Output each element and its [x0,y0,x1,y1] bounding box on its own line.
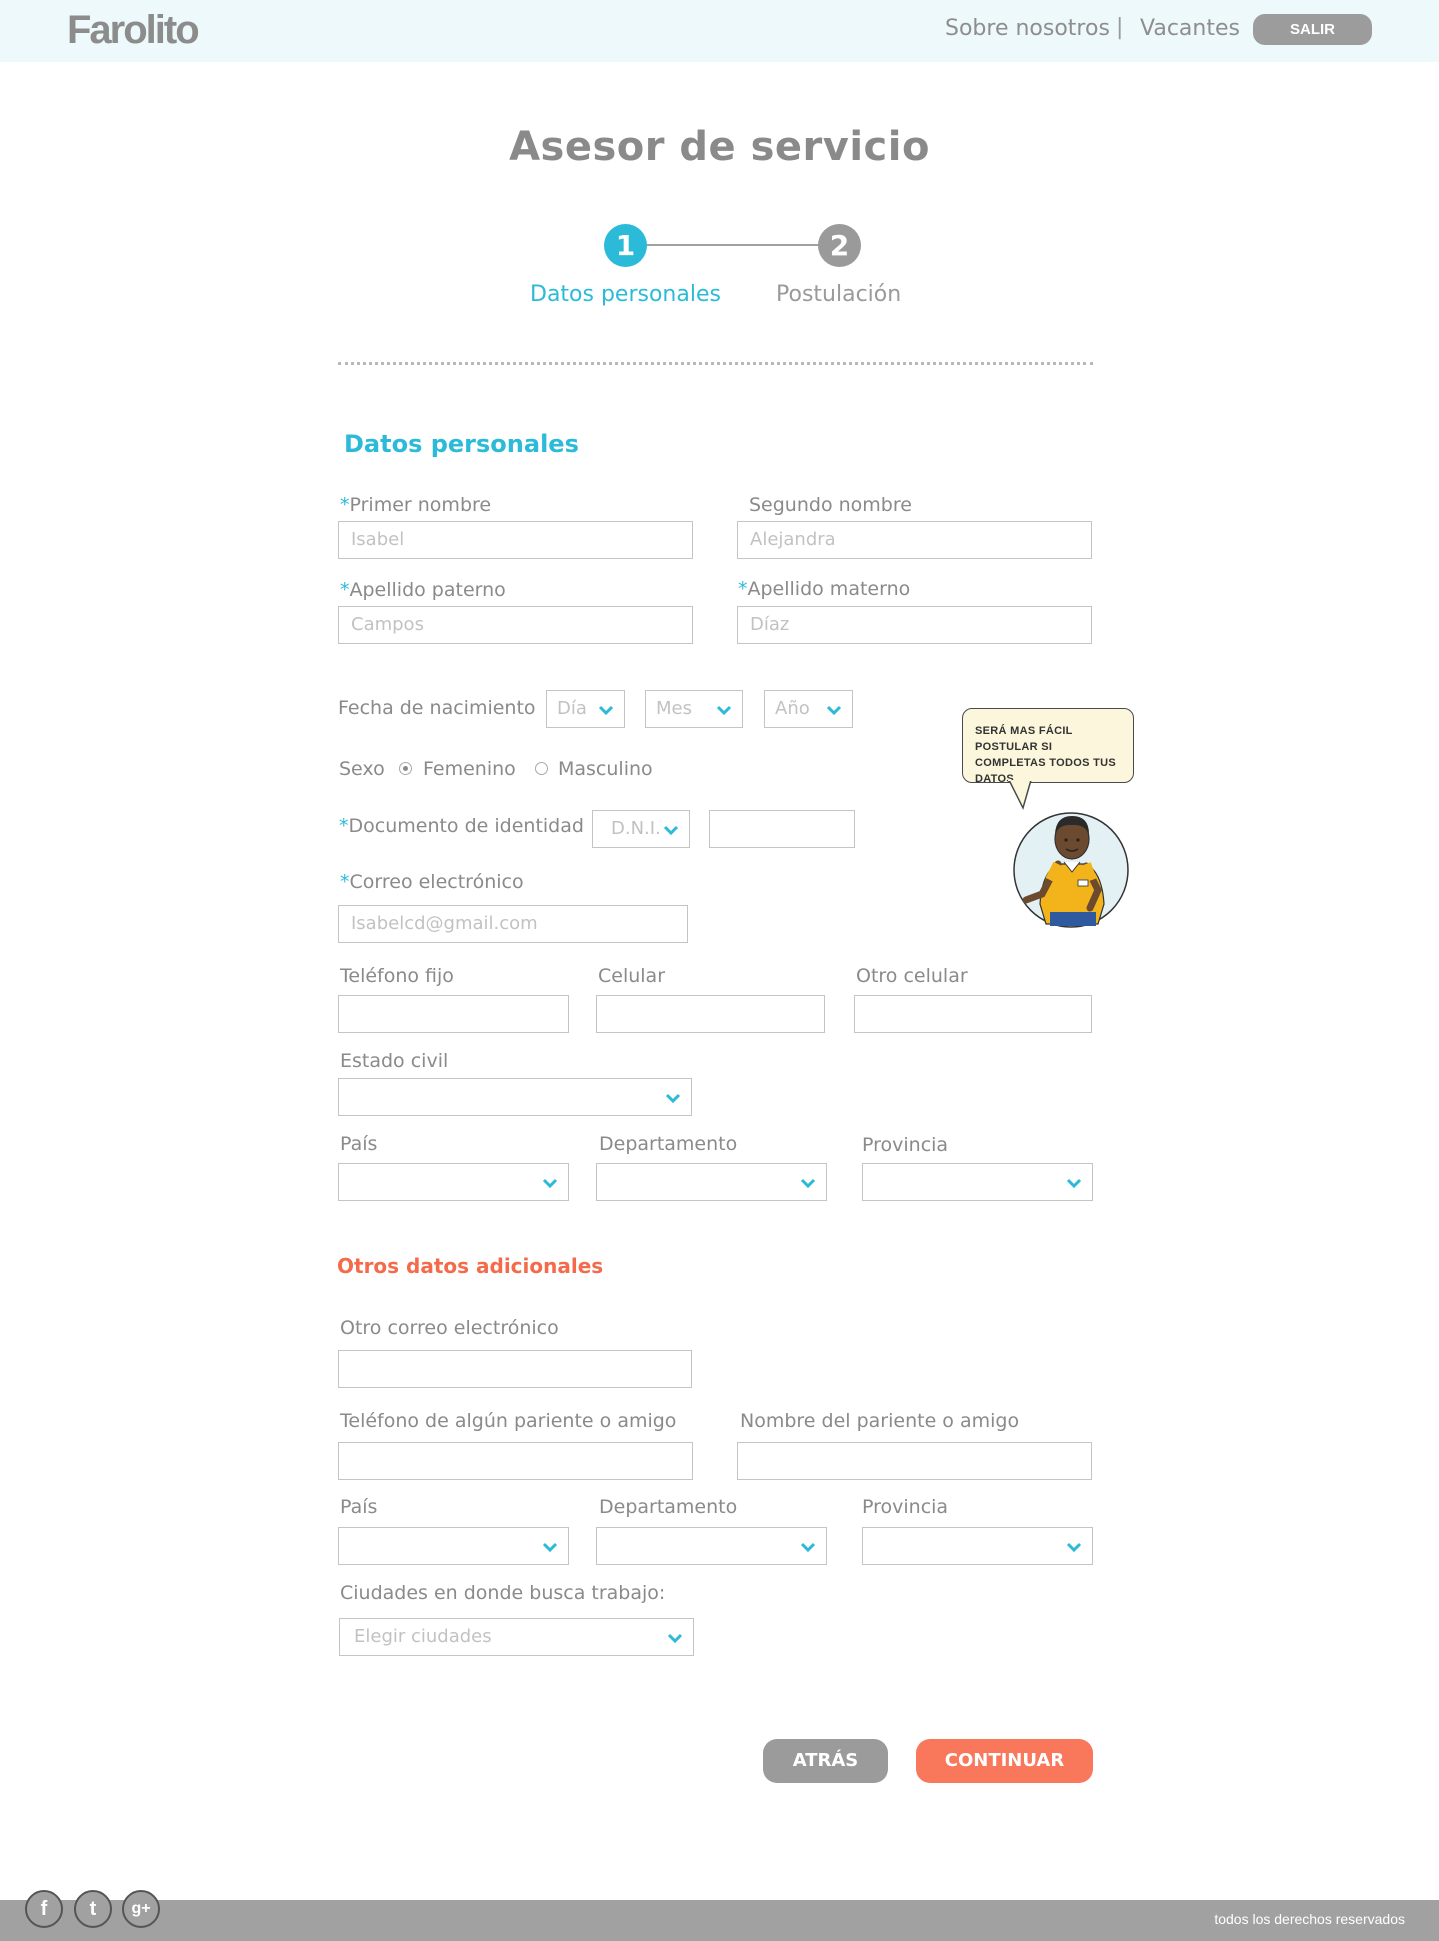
personal-data-title: Datos personales [344,430,579,458]
second-name-label: Segundo nombre [749,494,912,516]
nav-about[interactable]: Sobre nosotros [945,16,1110,41]
maternal-surname-label: *Apellido materno [738,578,911,600]
civil-status-label: Estado civil [340,1050,449,1072]
additional-country-select[interactable] [338,1527,569,1565]
mobile-input[interactable] [596,995,825,1033]
email-label: *Correo electrónico [340,871,524,893]
first-name-input[interactable]: Isabel [338,521,693,559]
step-1-indicator: 1 [604,224,647,267]
step-2-indicator: 2 [818,224,861,267]
additional-province-label: Provincia [862,1496,949,1518]
phone-input[interactable] [338,995,569,1033]
other-email-input[interactable] [338,1350,692,1388]
province-label: Provincia [862,1134,949,1156]
required-mark: * [340,494,350,516]
back-button[interactable]: ATRÁS [763,1739,888,1783]
nav-separator: | [1116,15,1124,40]
chevron-down-icon [663,825,679,835]
farolito-logo[interactable]: Farolito [67,8,200,53]
chevron-down-icon [1066,1542,1082,1552]
step-2-label: Postulación [776,282,902,307]
relative-name-input[interactable] [737,1442,1092,1480]
copyright-text: todos los derechos reservados [1214,1911,1405,1927]
chevron-down-icon [542,1542,558,1552]
logout-button[interactable]: SALIR [1253,14,1372,45]
country-select[interactable] [338,1163,569,1201]
maternal-surname-input[interactable]: Díaz [737,606,1092,644]
additional-province-select[interactable] [862,1527,1093,1565]
chevron-down-icon [598,705,614,715]
assistant-character-illustration [1013,812,1129,928]
chevron-down-icon [716,705,732,715]
chevron-down-icon [667,1633,683,1643]
male-label[interactable]: Masculino [558,758,653,780]
page-title: Asesor de servicio [509,124,930,170]
additional-data-title: Otros datos adicionales [337,1254,604,1278]
department-select[interactable] [596,1163,827,1201]
birth-day-select[interactable]: Día [546,690,625,728]
twitter-icon[interactable]: t [74,1890,112,1928]
sex-label: Sexo [339,758,385,780]
birth-year-select[interactable]: Año [764,690,853,728]
phone-label: Teléfono fijo [340,965,454,987]
paternal-surname-label: *Apellido paterno [340,579,506,601]
country-label: País [340,1133,378,1155]
chevron-down-icon [542,1178,558,1188]
cities-label: Ciudades en donde busca trabajo: [340,1582,666,1604]
additional-country-label: País [340,1496,378,1518]
required-mark: * [738,578,748,600]
other-email-label: Otro correo electrónico [340,1317,559,1339]
relative-name-label: Nombre del pariente o amigo [740,1410,1020,1432]
additional-department-select[interactable] [596,1527,827,1565]
tip-bubble: SERÁ MAS FÁCIL POSTULAR SI COMPLETAS TOD… [962,708,1134,785]
female-label[interactable]: Femenino [423,758,516,780]
section-divider [338,362,1093,365]
relative-phone-input[interactable] [338,1442,693,1480]
stepper-line [645,244,840,246]
document-type-select[interactable]: D.N.I. [592,810,690,848]
other-mobile-input[interactable] [854,995,1092,1033]
email-input[interactable]: Isabelcd@gmail.com [338,905,688,943]
step-1-label: Datos personales [530,282,721,307]
required-mark: * [339,815,349,837]
civil-status-select[interactable] [338,1078,692,1116]
mobile-label: Celular [598,965,666,987]
department-label: Departamento [599,1133,738,1155]
document-label: *Documento de identidad [339,815,584,837]
cities-select[interactable]: Elegir ciudades [339,1618,694,1656]
chevron-down-icon [826,705,842,715]
birth-date-label: Fecha de nacimiento [338,697,536,719]
chevron-down-icon [1066,1178,1082,1188]
continue-button[interactable]: CONTINUAR [916,1739,1093,1783]
chevron-down-icon [665,1093,681,1103]
chevron-down-icon [800,1178,816,1188]
relative-phone-label: Teléfono de algún pariente o amigo [340,1410,677,1432]
facebook-icon[interactable]: f [25,1890,63,1928]
paternal-surname-input[interactable]: Campos [338,606,693,644]
google-plus-icon[interactable]: g+ [122,1890,160,1928]
required-mark: * [340,871,350,893]
female-radio[interactable] [399,762,412,775]
birth-month-select[interactable]: Mes [645,690,743,728]
required-mark: * [340,579,350,601]
first-name-label: *Primer nombre [340,494,492,516]
male-radio[interactable] [535,762,548,775]
chevron-down-icon [800,1542,816,1552]
additional-department-label: Departamento [599,1496,738,1518]
document-number-input[interactable] [709,810,855,848]
other-mobile-label: Otro celular [856,965,968,987]
province-select[interactable] [862,1163,1093,1201]
second-name-input[interactable]: Alejandra [737,521,1092,559]
nav-vacancies[interactable]: Vacantes [1140,16,1240,41]
